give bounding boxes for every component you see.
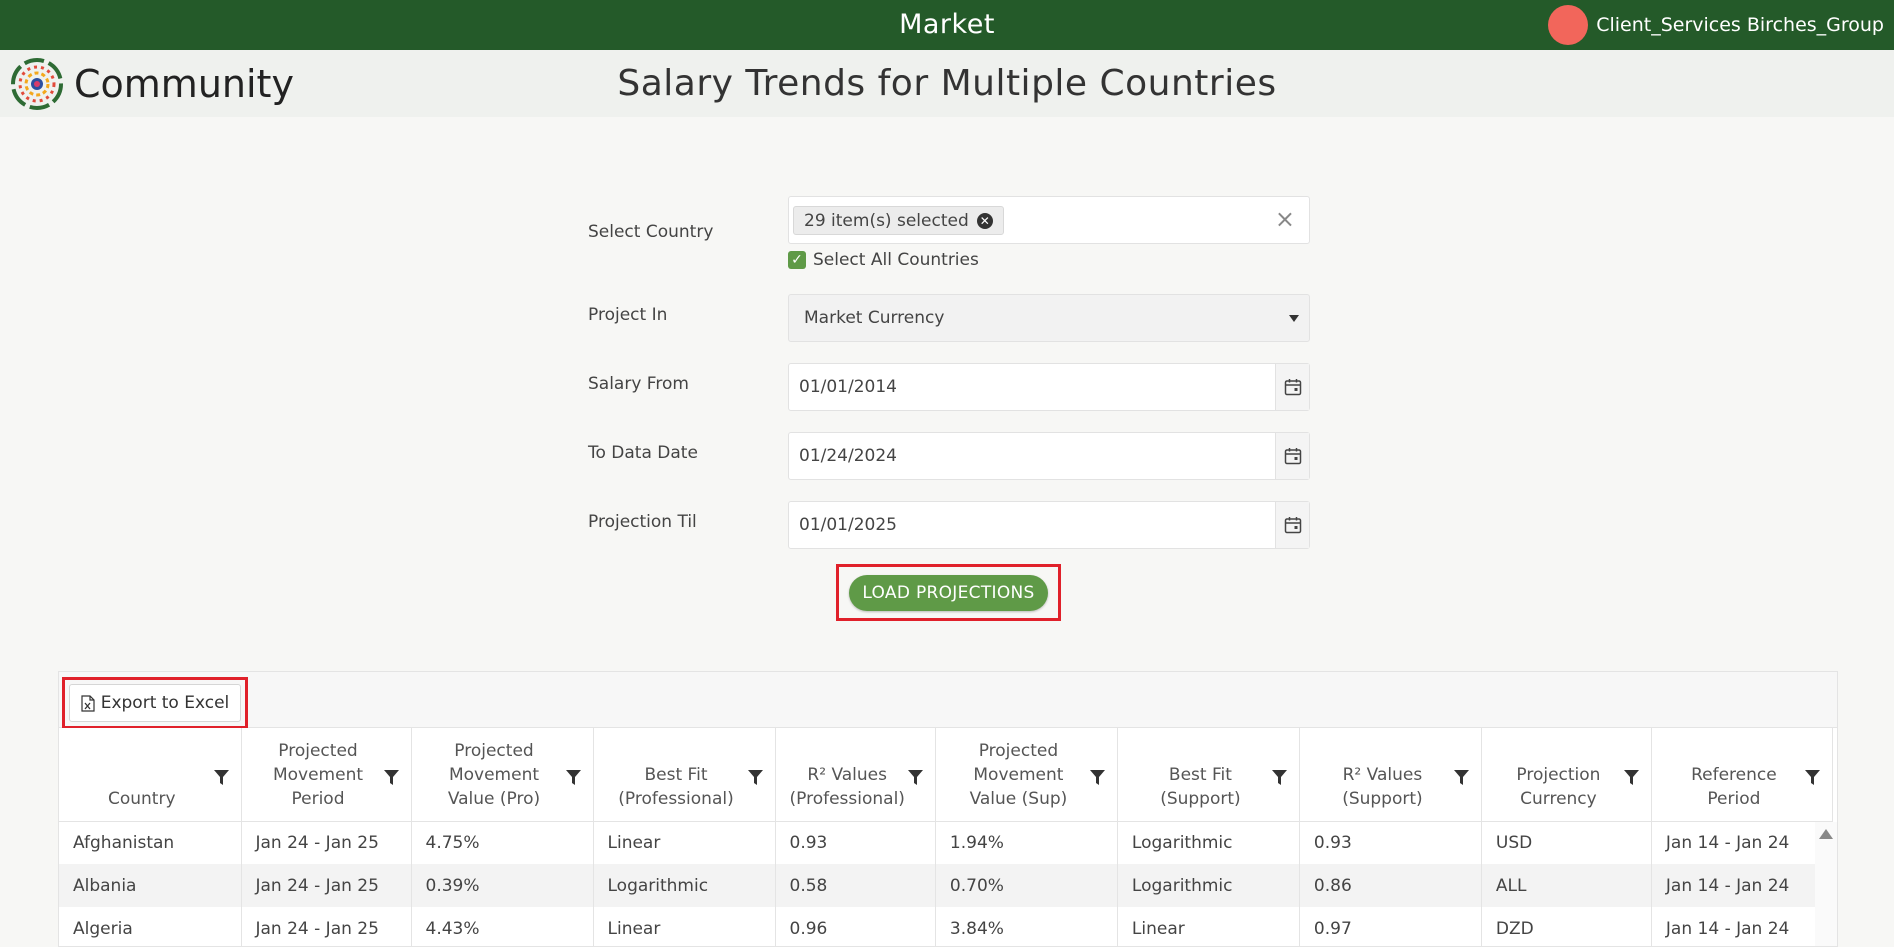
grid-toolbar: Export to Excel <box>59 672 1837 729</box>
table-cell[interactable]: Afghanistan <box>59 821 242 864</box>
table-cell[interactable]: 3.84% <box>935 907 1118 946</box>
projection-til-datepicker[interactable]: 01/01/2025 <box>788 501 1310 549</box>
filter-icon[interactable] <box>213 768 229 792</box>
table-cell[interactable]: 4.43% <box>411 907 594 946</box>
filter-icon[interactable] <box>1623 768 1639 792</box>
projections-table: Country Projected Movement Period Projec… <box>59 728 1833 946</box>
table-cell[interactable]: Algeria <box>59 907 242 946</box>
excel-file-icon <box>81 694 95 712</box>
filter-icon[interactable] <box>1804 768 1820 792</box>
table-cell[interactable]: Albania <box>59 864 242 907</box>
top-bar: Market Client_Services Birches_Group <box>0 0 1894 50</box>
salary-from-input[interactable]: 01/01/2014 <box>799 364 897 410</box>
column-header-r2-support[interactable]: R² Values (Support) <box>1299 728 1482 822</box>
project-in-value: Market Currency <box>804 308 945 328</box>
table-cell[interactable]: 1.94% <box>935 821 1118 864</box>
clear-selection-icon[interactable]: × <box>1275 205 1295 233</box>
table-cell[interactable]: Logarithmic <box>1117 864 1300 907</box>
column-header-projection-currency[interactable]: Projection Currency <box>1481 728 1652 822</box>
filter-icon[interactable] <box>1089 768 1105 792</box>
chip-label: 29 item(s) selected <box>804 210 969 231</box>
vertical-scrollbar[interactable] <box>1815 822 1837 946</box>
table-cell[interactable]: 0.58 <box>775 864 936 907</box>
salary-from-datepicker[interactable]: 01/01/2014 <box>788 363 1310 411</box>
scroll-up-icon[interactable] <box>1819 829 1833 839</box>
table-cell[interactable]: Jan 24 - Jan 25 <box>241 907 412 946</box>
projection-til-input[interactable]: 01/01/2025 <box>799 502 897 548</box>
user-name[interactable]: Client_Services Birches_Group <box>1596 14 1884 36</box>
user-menu[interactable]: Client_Services Birches_Group <box>1548 5 1884 45</box>
to-data-date-label: To Data Date <box>588 443 698 463</box>
load-projections-highlight: LOAD PROJECTIONS <box>836 564 1061 621</box>
select-all-label[interactable]: Select All Countries <box>813 250 979 270</box>
table-cell[interactable]: 0.86 <box>1299 864 1482 907</box>
filter-icon[interactable] <box>907 768 923 792</box>
country-label: Select Country <box>588 222 714 242</box>
table-cell[interactable]: 0.93 <box>1299 821 1482 864</box>
chevron-down-icon <box>1289 315 1299 322</box>
chip-remove-icon[interactable]: ✕ <box>976 212 993 229</box>
filter-icon[interactable] <box>747 768 763 792</box>
to-data-date-datepicker[interactable]: 01/24/2024 <box>788 432 1310 480</box>
column-header-projected-movement-period[interactable]: Projected Movement Period <box>241 728 412 822</box>
table-cell[interactable]: 0.97 <box>1299 907 1482 946</box>
to-data-date-input[interactable]: 01/24/2024 <box>799 433 897 479</box>
table-cell[interactable]: Logarithmic <box>593 864 776 907</box>
calendar-icon[interactable] <box>1275 364 1309 410</box>
column-header-projected-movement-value-sup[interactable]: Projected Movement Value (Sup) <box>935 728 1118 822</box>
table-cell[interactable]: Jan 24 - Jan 25 <box>241 864 412 907</box>
filter-icon[interactable] <box>383 768 399 792</box>
selected-countries-chip[interactable]: 29 item(s) selected ✕ <box>793 206 1004 235</box>
filter-icon[interactable] <box>1271 768 1287 792</box>
table-cell[interactable]: DZD <box>1481 907 1652 946</box>
country-multiselect[interactable]: 29 item(s) selected ✕ × <box>788 196 1310 244</box>
table-cell[interactable]: 0.39% <box>411 864 594 907</box>
filter-icon[interactable] <box>1453 768 1469 792</box>
table-row[interactable]: Algeria Jan 24 - Jan 25 4.43% Linear 0.9… <box>59 907 1833 946</box>
table-cell[interactable]: Jan 14 - Jan 24 <box>1651 907 1833 946</box>
load-projections-button[interactable]: LOAD PROJECTIONS <box>849 575 1048 611</box>
calendar-icon[interactable] <box>1275 502 1309 548</box>
salary-from-label: Salary From <box>588 374 689 394</box>
table-cell[interactable]: 4.75% <box>411 821 594 864</box>
table-cell[interactable]: Jan 24 - Jan 25 <box>241 821 412 864</box>
sub-header: Community Salary Trends for Multiple Cou… <box>0 50 1894 117</box>
avatar[interactable] <box>1548 5 1589 45</box>
calendar-icon[interactable] <box>1275 433 1309 479</box>
table-cell[interactable]: Logarithmic <box>1117 821 1300 864</box>
project-in-label: Project In <box>588 305 668 325</box>
table-row[interactable]: Afghanistan Jan 24 - Jan 25 4.75% Linear… <box>59 821 1833 864</box>
column-header-country[interactable]: Country <box>59 728 242 822</box>
projections-grid: Export to Excel Country Projected Moveme… <box>58 671 1838 947</box>
table-cell[interactable]: Linear <box>1117 907 1300 946</box>
filter-icon[interactable] <box>565 768 581 792</box>
column-header-reference-period[interactable]: Reference Period <box>1651 728 1833 822</box>
table-cell[interactable]: Jan 14 - Jan 24 <box>1651 864 1833 907</box>
table-cell[interactable]: 0.96 <box>775 907 936 946</box>
export-to-excel-button[interactable]: Export to Excel <box>69 684 241 722</box>
select-all-countries[interactable]: ✓ Select All Countries <box>788 250 979 270</box>
table-cell[interactable]: 0.93 <box>775 821 936 864</box>
projection-til-label: Projection Til <box>588 512 697 532</box>
table-cell[interactable]: ALL <box>1481 864 1652 907</box>
export-label: Export to Excel <box>100 693 230 713</box>
select-all-checkbox[interactable]: ✓ <box>788 251 806 269</box>
project-in-select[interactable]: Market Currency <box>788 294 1310 342</box>
column-header-best-fit-support[interactable]: Best Fit (Support) <box>1117 728 1300 822</box>
table-cell[interactable]: Jan 14 - Jan 24 <box>1651 821 1833 864</box>
column-header-r2-professional[interactable]: R² Values (Professional) <box>775 728 936 822</box>
export-highlight: Export to Excel <box>62 677 248 729</box>
table-row[interactable]: Albania Jan 24 - Jan 25 0.39% Logarithmi… <box>59 864 1833 907</box>
table-cell[interactable]: Linear <box>593 907 776 946</box>
table-cell[interactable]: 0.70% <box>935 864 1118 907</box>
table-cell[interactable]: USD <box>1481 821 1652 864</box>
column-header-projected-movement-value-pro[interactable]: Projected Movement Value (Pro) <box>411 728 594 822</box>
table-cell[interactable]: Linear <box>593 821 776 864</box>
page-title: Salary Trends for Multiple Countries <box>617 63 1277 104</box>
column-header-best-fit-professional[interactable]: Best Fit (Professional) <box>593 728 776 822</box>
